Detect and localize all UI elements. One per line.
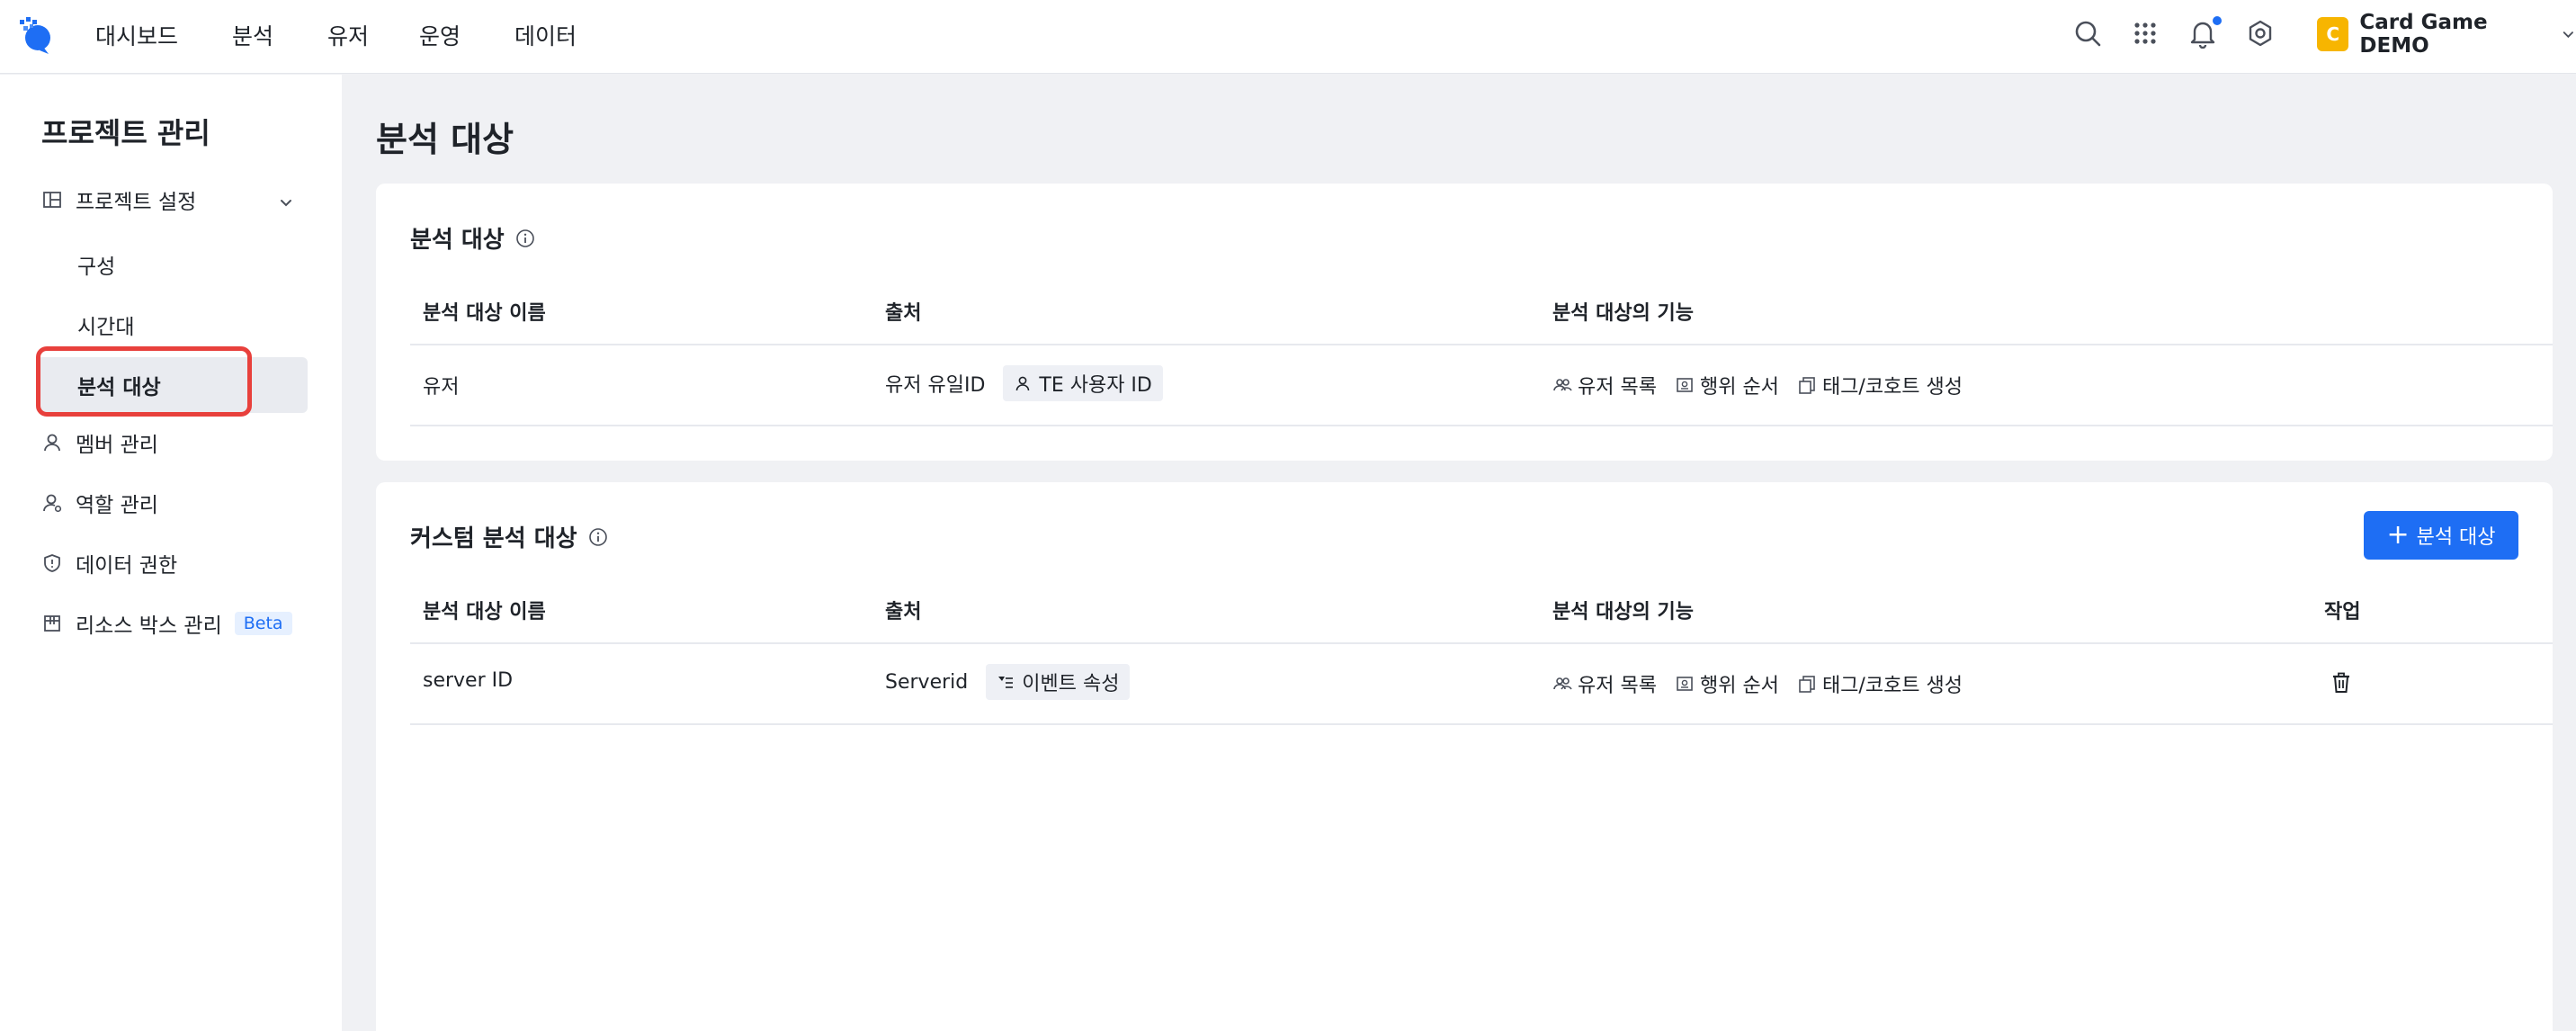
user-icon bbox=[44, 434, 60, 452]
sidebar-item-roles[interactable]: 역할 관리 bbox=[41, 488, 158, 518]
column-header-features: 분석 대상의 기능 bbox=[1552, 601, 1694, 623]
logo-icon[interactable] bbox=[16, 14, 58, 56]
highlight-outline bbox=[36, 346, 252, 417]
sidebar-item-project-settings[interactable]: 프로젝트 설정 bbox=[41, 184, 196, 215]
card-title: 커스텀 분석 대상 bbox=[410, 520, 608, 553]
sidebar-item-label: 역할 관리 bbox=[76, 494, 158, 517]
copy-tag-icon bbox=[1799, 377, 1815, 394]
project-name: Card Game DEMO bbox=[2359, 11, 2488, 58]
feature-behavior-sequence: 행위 순서 bbox=[1675, 669, 1779, 698]
chevron-down-icon[interactable] bbox=[277, 193, 295, 211]
users-icon bbox=[1553, 379, 1572, 391]
feature-user-list: 유저 목록 bbox=[1552, 371, 1657, 399]
page-title: 분석 대상 bbox=[376, 120, 514, 159]
top-navbar: 대시보드 분석 유저 운영 데이터 C Card Game DEMO bbox=[0, 0, 2576, 74]
column-header-name: 분석 대상 이름 bbox=[423, 601, 546, 623]
source-tag-label: TE 사용자 ID bbox=[1039, 374, 1152, 397]
row-features: 유저 목록 행위 순서 태그/코호트 생성 bbox=[1552, 371, 1981, 399]
source-tag: 이벤트 속성 bbox=[986, 664, 1131, 700]
column-header-source: 출처 bbox=[885, 601, 922, 623]
row-source: 유저 유일ID TE 사용자 ID bbox=[885, 365, 1163, 401]
feature-tag-cohort: 태그/코호트 생성 bbox=[1797, 669, 1963, 698]
sidebar-item-label: 멤버 관리 bbox=[76, 434, 158, 457]
column-header-actions: 작업 bbox=[2324, 601, 2361, 623]
column-header-features: 분석 대상의 기능 bbox=[1552, 302, 1694, 325]
sequence-icon bbox=[1677, 677, 1693, 691]
feature-label: 유저 목록 bbox=[1578, 376, 1657, 399]
row-features: 유저 목록 행위 순서 태그/코호트 생성 bbox=[1552, 669, 1981, 698]
divider bbox=[410, 425, 2553, 426]
sidebar-item-resource-box[interactable]: 리소스 박스 관리 Beta bbox=[41, 608, 292, 639]
source-tag-label: 이벤트 속성 bbox=[1022, 673, 1120, 695]
column-header-source: 출처 bbox=[885, 302, 922, 325]
feature-label: 행위 순서 bbox=[1699, 675, 1779, 697]
card-title: 분석 대상 bbox=[410, 221, 535, 255]
info-icon[interactable] bbox=[515, 229, 535, 248]
feature-tag-cohort: 태그/코호트 생성 bbox=[1797, 371, 1963, 399]
sidebar-item-data-permission[interactable]: 데이터 권한 bbox=[41, 548, 177, 578]
sidebar-item-members[interactable]: 멤버 관리 bbox=[41, 427, 158, 458]
column-header-name: 분석 대상 이름 bbox=[423, 302, 546, 325]
divider bbox=[410, 642, 2553, 644]
plus-icon: + bbox=[2386, 519, 2410, 551]
feature-label: 태그/코호트 생성 bbox=[1821, 675, 1963, 697]
chevron-down-icon bbox=[2563, 31, 2574, 39]
sidebar-item-config[interactable]: 구성 bbox=[77, 249, 115, 280]
feature-label: 행위 순서 bbox=[1699, 376, 1779, 399]
nav-dashboard[interactable]: 대시보드 bbox=[95, 19, 178, 51]
event-property-icon bbox=[998, 677, 1014, 688]
sidebar-item-label: 데이터 권한 bbox=[76, 554, 178, 578]
row-source: Serverid 이벤트 속성 bbox=[885, 664, 1131, 700]
apps-grid-icon[interactable] bbox=[2130, 18, 2160, 49]
notification-dot bbox=[2213, 16, 2222, 25]
beta-badge: Beta bbox=[234, 612, 292, 635]
nav-operations[interactable]: 운영 bbox=[419, 19, 461, 51]
trash-icon[interactable] bbox=[2330, 671, 2353, 695]
divider bbox=[410, 723, 2553, 725]
search-icon[interactable] bbox=[2072, 18, 2103, 49]
sidebar-item-label: 프로젝트 설정 bbox=[76, 191, 197, 214]
row-name: server ID bbox=[423, 669, 514, 692]
custom-analysis-target-card: 커스텀 분석 대상 + 분석 대상 분석 대상 이름 출처 분석 대상의 기능 … bbox=[376, 482, 2553, 1031]
card-title-text: 분석 대상 bbox=[410, 227, 505, 254]
sidebar-title: 프로젝트 관리 bbox=[41, 116, 210, 150]
source-text: 유저 유일ID bbox=[885, 374, 986, 397]
add-analysis-target-button[interactable]: + 분석 대상 bbox=[2364, 511, 2518, 560]
feature-behavior-sequence: 행위 순서 bbox=[1675, 371, 1779, 399]
box-icon bbox=[44, 615, 60, 632]
card-title-text: 커스텀 분석 대상 bbox=[410, 525, 577, 552]
sidebar-item-label: 리소스 박스 관리 bbox=[76, 614, 222, 638]
sequence-icon bbox=[1677, 378, 1693, 392]
feature-label: 유저 목록 bbox=[1578, 675, 1657, 697]
project-avatar: C bbox=[2317, 17, 2349, 51]
nav-analysis[interactable]: 분석 bbox=[232, 19, 273, 51]
settings-gear-icon[interactable] bbox=[2245, 18, 2276, 49]
users-icon bbox=[1553, 677, 1572, 690]
user-role-icon bbox=[43, 494, 62, 513]
copy-tag-icon bbox=[1799, 676, 1815, 693]
shield-icon bbox=[44, 554, 60, 572]
info-icon[interactable] bbox=[588, 527, 608, 547]
divider bbox=[410, 344, 2553, 345]
project-switcher[interactable]: C Card Game DEMO bbox=[2317, 11, 2576, 58]
nav-data[interactable]: 데이터 bbox=[514, 19, 577, 51]
sidebar-item-timezone[interactable]: 시간대 bbox=[77, 309, 134, 340]
source-tag: TE 사용자 ID bbox=[1003, 365, 1163, 401]
feature-user-list: 유저 목록 bbox=[1552, 669, 1657, 698]
row-name: 유저 bbox=[423, 376, 460, 399]
user-icon bbox=[1016, 376, 1030, 391]
sidebar: 프로젝트 관리 프로젝트 설정 구성 시간대 분석 대상 멤버 관리 역할 관리 bbox=[0, 75, 342, 1031]
source-text: Serverid bbox=[885, 670, 969, 694]
feature-label: 태그/코호트 생성 bbox=[1821, 376, 1963, 399]
layout-panel-icon bbox=[43, 192, 61, 208]
nav-users[interactable]: 유저 bbox=[327, 19, 369, 51]
analysis-target-card: 분석 대상 분석 대상 이름 출처 분석 대상의 기능 유저 유저 유일ID T… bbox=[376, 184, 2553, 461]
add-button-label: 분석 대상 bbox=[2416, 526, 2496, 549]
